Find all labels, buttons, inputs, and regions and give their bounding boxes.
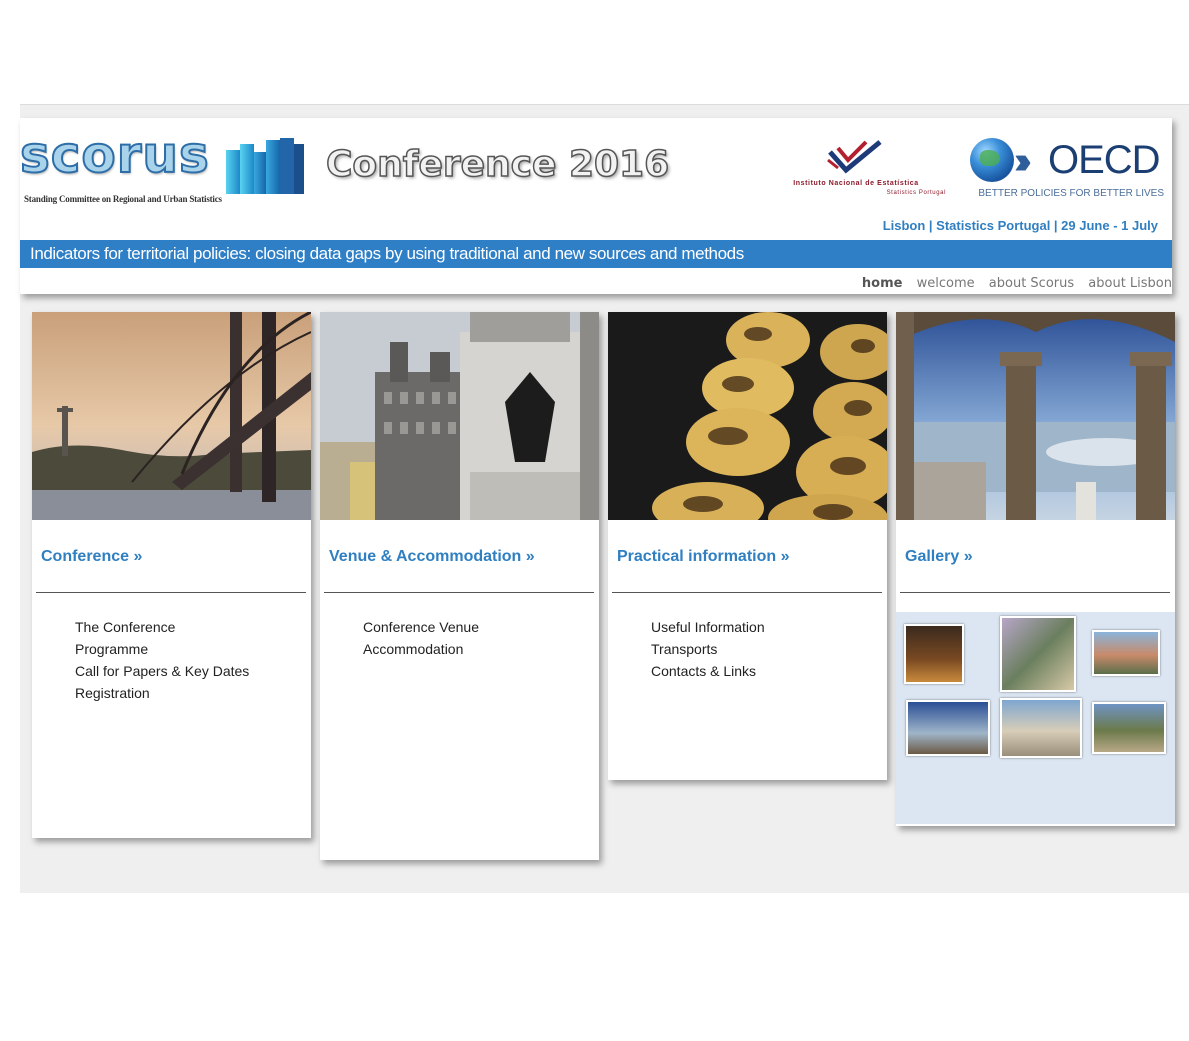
chevrons-icon: ››› bbox=[1014, 140, 1032, 182]
link-programme[interactable]: Programme bbox=[75, 638, 249, 660]
globe-icon bbox=[970, 138, 1014, 182]
nav-home[interactable]: home bbox=[862, 276, 903, 291]
gallery-thumb-river-arches[interactable] bbox=[906, 700, 990, 756]
conference-links: The Conference Programme Call for Papers… bbox=[75, 616, 249, 704]
venue-links: Conference Venue Accommodation bbox=[363, 616, 479, 660]
link-useful-information[interactable]: Useful Information bbox=[651, 616, 765, 638]
lisbon-monument-photo[interactable] bbox=[320, 312, 599, 520]
practical-info-links: Useful Information Transports Contacts &… bbox=[651, 616, 765, 682]
location-dates: Lisbon | Statistics Portugal | 29 June -… bbox=[882, 218, 1158, 233]
pastries-photo[interactable] bbox=[608, 312, 887, 520]
oecd-tagline: BETTER POLICIES FOR BETTER LIVES bbox=[978, 188, 1164, 199]
link-transports[interactable]: Transports bbox=[651, 638, 765, 660]
bar-graphic-icon bbox=[226, 138, 304, 194]
scorus-logo-word: scorus bbox=[19, 125, 210, 185]
practical-info-column: Practical information » Useful Informati… bbox=[608, 312, 887, 780]
scorus-logo-subtitle: Standing Committee on Regional and Urban… bbox=[24, 194, 222, 204]
ine-name: Instituto Nacional de Estatística bbox=[793, 180, 919, 187]
practical-info-heading-link[interactable]: Practical information » bbox=[617, 548, 790, 566]
gallery-thumb-park[interactable] bbox=[1092, 702, 1166, 754]
venue-column: Venue & Accommodation » Conference Venue… bbox=[320, 312, 599, 860]
conference-theme-banner: Indicators for territorial policies: clo… bbox=[20, 240, 1172, 268]
conference-column: Conference » The Conference Programme Ca… bbox=[32, 312, 311, 838]
top-navigation: home welcome about Scorus about Lisbon bbox=[852, 276, 1172, 291]
gallery-column: Gallery » bbox=[896, 312, 1175, 826]
river-view-photo[interactable] bbox=[896, 312, 1175, 520]
nav-about-scorus[interactable]: about Scorus bbox=[989, 276, 1074, 291]
link-the-conference[interactable]: The Conference bbox=[75, 616, 249, 638]
bridge-photo[interactable] bbox=[32, 312, 311, 520]
scorus-logo[interactable]: scorus Standing Committee on Regional an… bbox=[19, 125, 222, 212]
ine-check-icon bbox=[827, 140, 882, 174]
gallery-thumb-rooftops[interactable] bbox=[1092, 630, 1160, 676]
conference-title: Conference 2016 bbox=[325, 143, 670, 186]
divider bbox=[324, 592, 594, 593]
link-conference-venue[interactable]: Conference Venue bbox=[363, 616, 479, 638]
gallery-heading-link[interactable]: Gallery » bbox=[905, 548, 973, 566]
venue-heading-link[interactable]: Venue & Accommodation » bbox=[329, 548, 535, 566]
link-accommodation[interactable]: Accommodation bbox=[363, 638, 479, 660]
gallery-thumb-square[interactable] bbox=[1000, 698, 1082, 758]
gallery-thumbnails bbox=[896, 612, 1175, 824]
site-header: scorus Standing Committee on Regional an… bbox=[19, 118, 1172, 294]
conference-heading-link[interactable]: Conference » bbox=[41, 548, 142, 566]
ine-subname: Statistics Portugal bbox=[886, 190, 946, 196]
divider bbox=[612, 592, 882, 593]
nav-about-lisbon[interactable]: about Lisbon bbox=[1088, 276, 1172, 291]
gallery-thumb-night-street[interactable] bbox=[904, 624, 964, 684]
gallery-thumb-alley[interactable] bbox=[1000, 616, 1076, 692]
link-registration[interactable]: Registration bbox=[75, 682, 249, 704]
divider bbox=[36, 592, 306, 593]
ine-logo[interactable]: Instituto Nacional de Estatística Statis… bbox=[766, 138, 946, 200]
oecd-wordmark: OECD bbox=[1048, 138, 1161, 182]
divider bbox=[900, 592, 1170, 593]
nav-welcome[interactable]: welcome bbox=[917, 276, 975, 291]
link-call-for-papers[interactable]: Call for Papers & Key Dates bbox=[75, 660, 249, 682]
oecd-logo[interactable]: ››› OECD BETTER POLICIES FOR BETTER LIVE… bbox=[970, 136, 1170, 202]
link-contacts-links[interactable]: Contacts & Links bbox=[651, 660, 765, 682]
